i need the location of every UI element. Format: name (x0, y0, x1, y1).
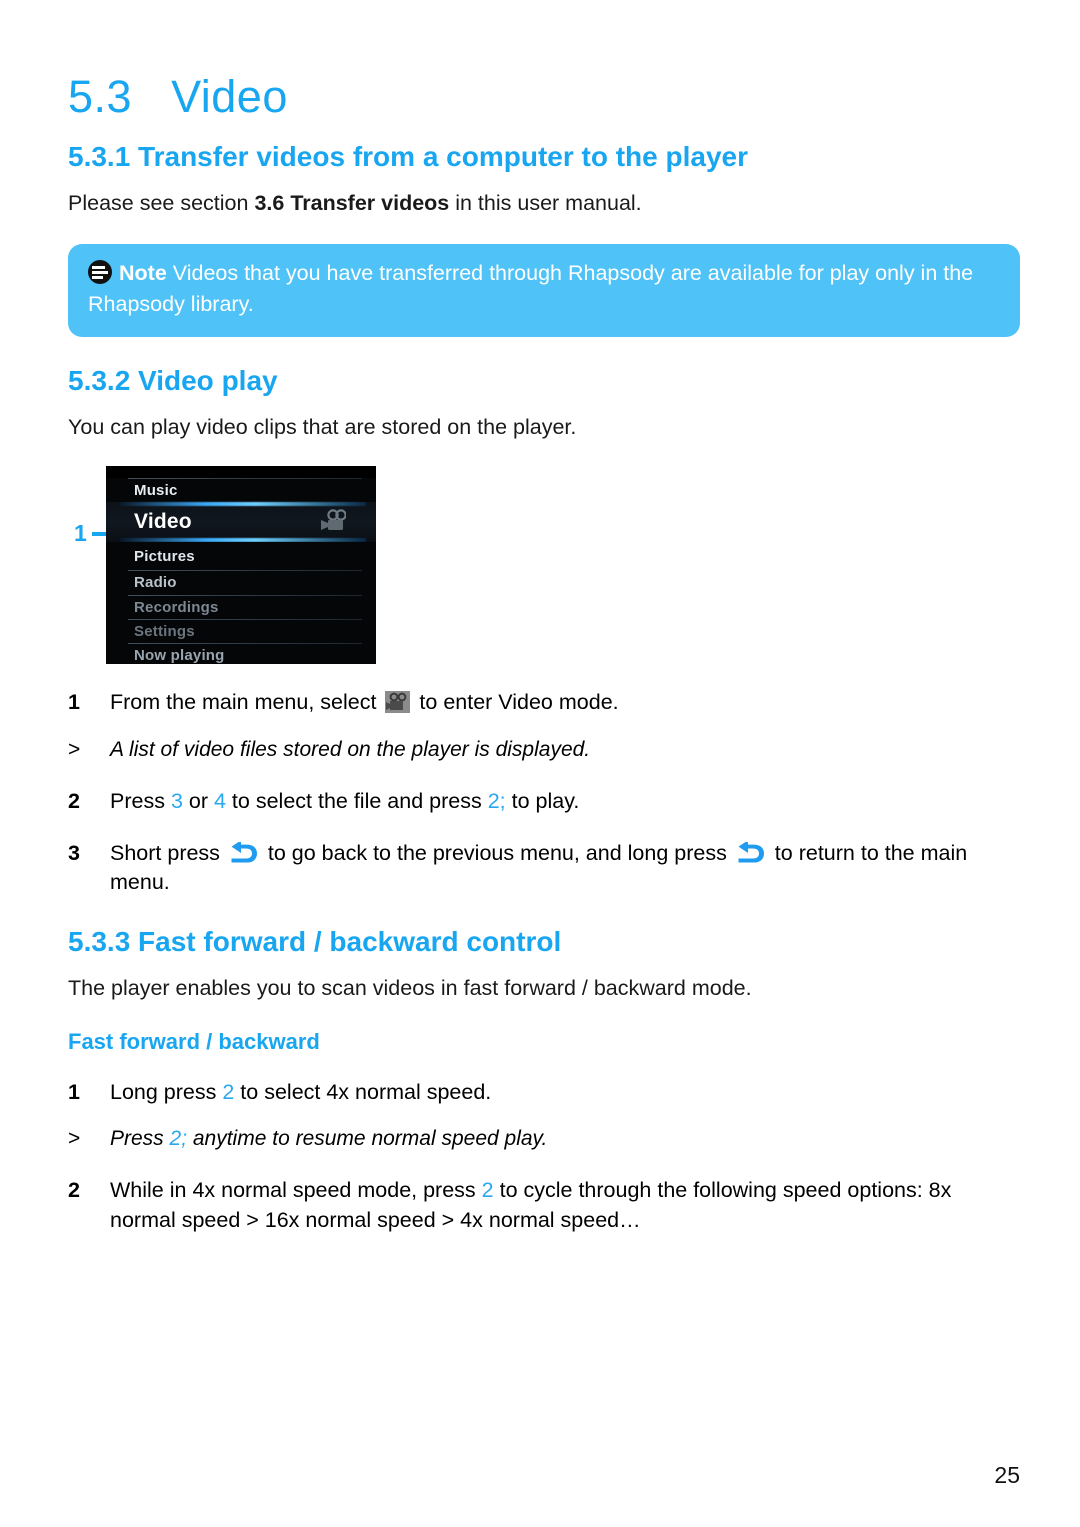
back-arrow-icon (738, 841, 764, 863)
text-before-bold: Please see section (68, 191, 255, 216)
device-menu-label: Pictures (134, 547, 195, 565)
paragraph-fast-forward-intro: The player enables you to scan videos in… (68, 976, 752, 1001)
step-text: Press 3 or 4 to select the file and pres… (110, 787, 1020, 817)
key-glyph-up: 3 (170, 789, 183, 814)
paragraph-video-play-intro: You can play video clips that are stored… (68, 415, 577, 440)
key-glyph-forward: 2 (222, 1079, 235, 1104)
step-text-part-1: Short press (110, 840, 226, 865)
device-menu-screen: Music Video Pictures Radio Recordings Se… (106, 466, 376, 665)
step-text-part-4: to play. (505, 789, 580, 814)
key-glyph-forward: 2 (481, 1178, 494, 1203)
heading-5-3-1: 5.3.1 Transfer videos from a computer to… (68, 141, 748, 172)
callout-number: 1 (74, 520, 87, 547)
manual-page: 5.3 Video 5.3.1 Transfer videos from a c… (0, 0, 1080, 1527)
device-menu-item-music: Music (106, 478, 376, 503)
device-menu-label: Recordings (134, 598, 219, 616)
device-menu-label: Music (134, 481, 178, 499)
substep-text-part-1: Press (110, 1127, 170, 1151)
step-text: While in 4x normal speed mode, press 2 t… (110, 1176, 1020, 1235)
video-camera-icon (385, 691, 411, 714)
key-glyph-play: 2; (169, 1127, 188, 1151)
section-title: Video (171, 71, 288, 122)
device-menu-label: Video (134, 510, 192, 534)
device-menu-item-pictures: Pictures (106, 542, 376, 571)
step-number: 1 (68, 690, 80, 715)
back-arrow-icon (231, 841, 257, 863)
step-text-part-1: While in 4x normal speed mode, press (110, 1178, 482, 1203)
step-text-part-1: Long press (110, 1079, 223, 1104)
step-text-part-3: to select the file and press (225, 789, 488, 814)
step-3-back-navigation: 3 Short press to go back to the previous… (68, 817, 1020, 898)
heading-5-3-3: 5.3.3 Fast forward / backward control (68, 926, 562, 958)
substep-text-part-2: anytime to resume normal speed play. (187, 1127, 548, 1151)
heading-5-3-2: 5.3.2 Video play (68, 365, 278, 397)
page-number: 25 (994, 1462, 1020, 1488)
step-text-part-1: From the main menu, select (110, 690, 383, 715)
substep-resume-normal-speed: > Press 2; anytime to resume normal spee… (68, 1107, 1020, 1154)
step-text: From the main menu, select to enter Vide… (110, 688, 1020, 718)
video-camera-icon (321, 509, 346, 531)
step-text: Long press 2 to select 4x normal speed. (110, 1078, 1020, 1108)
paragraph-transfer-reference: Please see section 3.6 Transfer videos i… (68, 173, 1020, 218)
step-2-cycle-speed: 2 While in 4x normal speed mode, press 2… (68, 1154, 1020, 1235)
device-menu-label: Radio (134, 574, 177, 592)
key-glyph-down: 4 (213, 789, 226, 814)
step-number: 2 (68, 789, 80, 814)
substep-text: Press 2; anytime to resume normal speed … (110, 1125, 1020, 1154)
substep-video-list-displayed: > A list of video files stored on the pl… (68, 718, 1020, 765)
note-callout: Note Videos that you have transferred th… (68, 244, 1020, 338)
text-after-bold: in this user manual. (449, 191, 642, 216)
step-text-part-2: to enter Video mode. (413, 690, 619, 715)
bold-section-reference: 3.6 Transfer videos (254, 191, 450, 216)
note-label: Note (119, 261, 167, 286)
step-number: 2 (68, 1178, 80, 1203)
device-menu-label: Now playing (134, 646, 225, 664)
step-number: 1 (68, 1079, 80, 1104)
substep-marker: > (68, 1127, 81, 1151)
step-number: 3 (68, 840, 80, 865)
note-icon (88, 260, 112, 285)
device-screenshot-figure: 1 Music Video Pictures Radio Recordings … (68, 466, 1020, 666)
device-menu-item-video: Video (106, 502, 376, 543)
step-text: Short press to go back to the previous m… (110, 839, 1020, 898)
step-2-select-file: 2 Press 3 or 4 to select the file and pr… (68, 765, 1020, 817)
step-text-part-1: Press (110, 789, 171, 814)
step-text-part-2: to select 4x normal speed. (234, 1079, 492, 1104)
step-1-long-press: 1 Long press 2 to select 4x normal speed… (68, 1056, 1020, 1108)
key-glyph-play: 2; (487, 789, 506, 814)
substep-text: A list of video files stored on the play… (110, 738, 591, 762)
step-text-part-2: or (182, 789, 214, 814)
note-text: Videos that you have transferred through… (88, 261, 974, 316)
section-number: 5.3 (68, 71, 133, 122)
page-title: 5.3 Video (68, 0, 1020, 119)
substep-marker: > (68, 738, 81, 762)
device-menu-item-radio: Radio (106, 570, 376, 596)
device-menu-item-settings: Settings (106, 619, 376, 644)
step-1-video-play: 1 From the main menu, select to enter Vi… (68, 666, 1020, 718)
device-menu-item-recordings: Recordings (106, 595, 376, 620)
subheading-fast-forward-backward: Fast forward / backward (68, 1029, 320, 1055)
device-menu-label: Settings (134, 622, 195, 640)
device-menu-item-now-playing: Now playing (106, 643, 376, 665)
step-text-part-2: to go back to the previous menu, and lon… (261, 840, 733, 865)
page-content: 5.3 Video 5.3.1 Transfer videos from a c… (68, 0, 1020, 1236)
